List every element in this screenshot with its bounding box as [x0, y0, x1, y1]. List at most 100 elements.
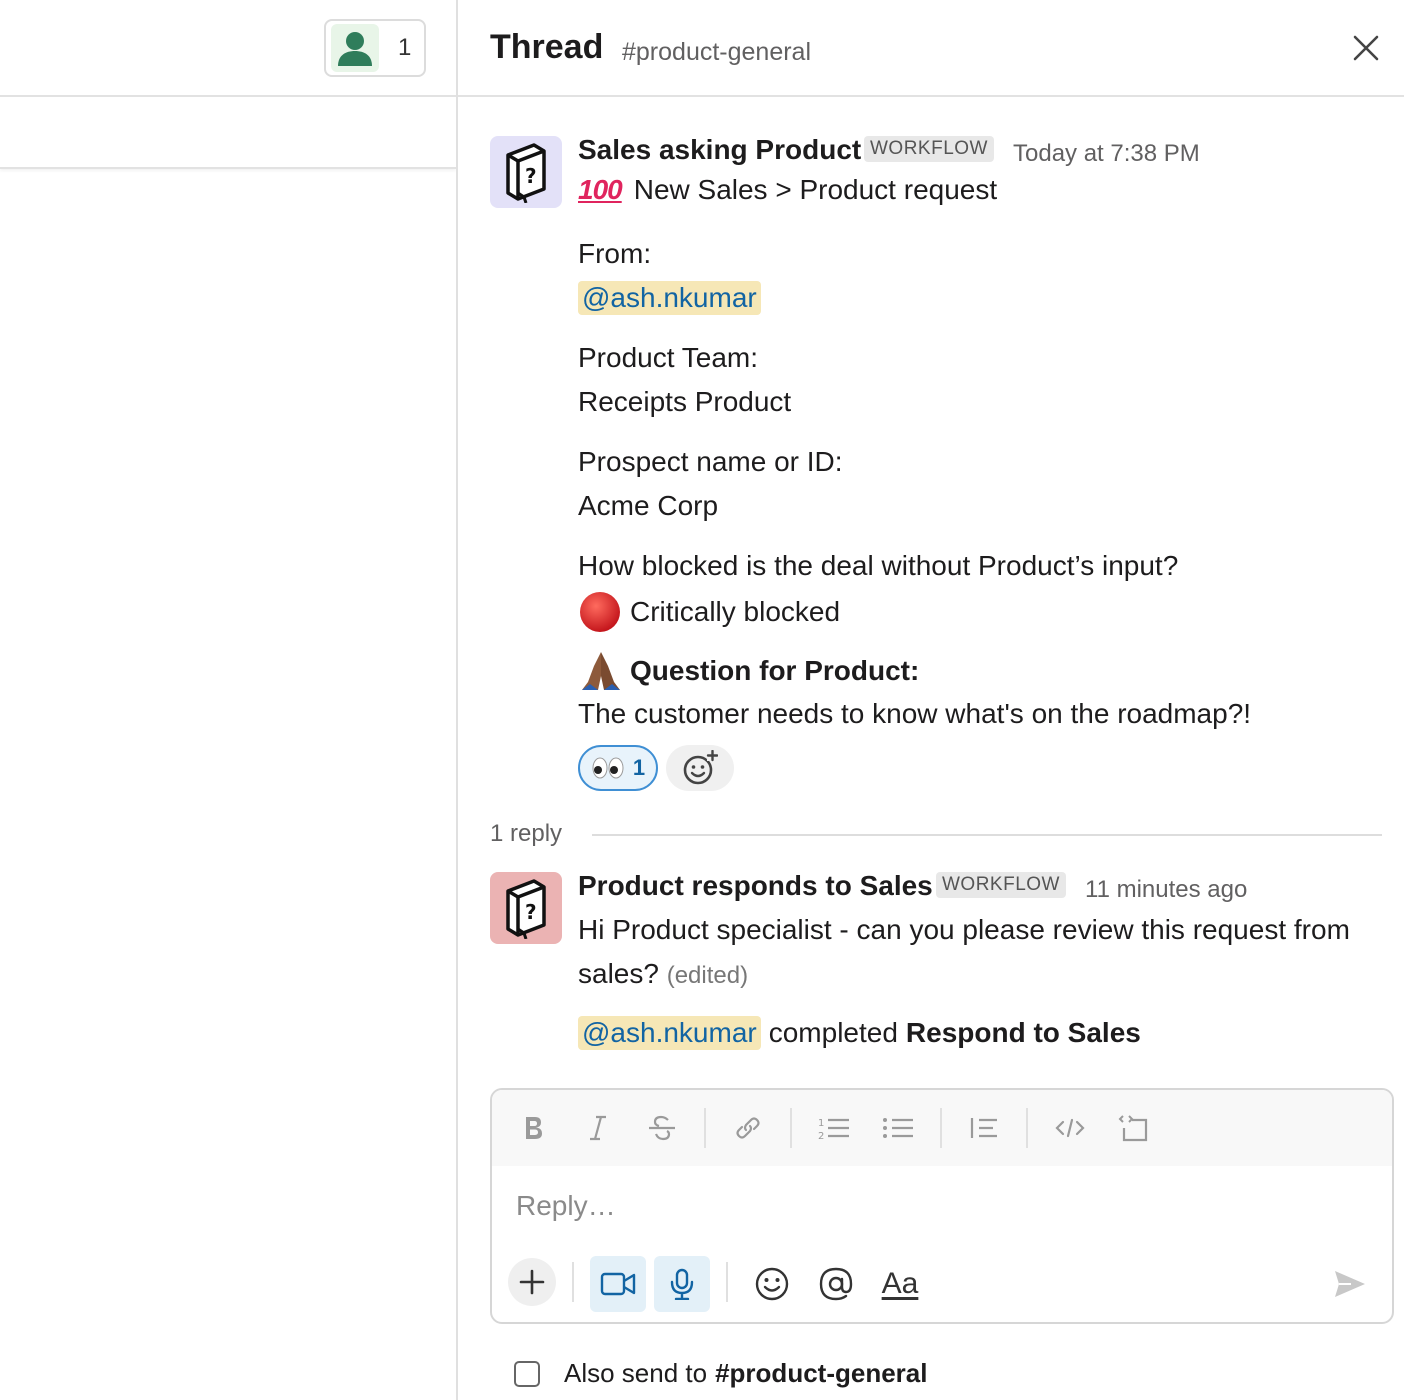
formatting-toggle-button[interactable]: Aa: [872, 1256, 928, 1312]
code-button[interactable]: [1048, 1106, 1092, 1150]
add-emoji-icon: [683, 750, 718, 785]
italic-button[interactable]: [576, 1106, 620, 1150]
replies-divider: [592, 834, 1382, 836]
attach-button[interactable]: [508, 1258, 556, 1306]
video-clip-button[interactable]: [590, 1256, 646, 1312]
bulleted-list-icon: [883, 1118, 913, 1138]
message-author[interactable]: Sales asking Product: [578, 134, 861, 166]
member-count: 1: [398, 34, 412, 61]
workflow-badge: WORKFLOW: [864, 136, 994, 162]
question-row: Question for Product:: [578, 648, 919, 694]
link-icon: [736, 1117, 760, 1139]
workflow-badge: WORKFLOW: [936, 872, 1066, 898]
folded-hands-icon: [582, 652, 620, 690]
toolbar-separator: [1026, 1108, 1028, 1148]
thread-pane: Thread #product-general ? Sales asking P…: [458, 0, 1404, 1400]
hundred-points-icon: 100: [578, 174, 623, 205]
user-mention[interactable]: @ash.nkumar: [578, 281, 761, 315]
send-icon: [1335, 1271, 1365, 1297]
also-send-channel: #product-general: [715, 1358, 928, 1388]
completion-row: @ash.nkumar completed Respond to Sales: [578, 1016, 1141, 1050]
task-name: Respond to Sales: [905, 1017, 1141, 1048]
composer-separator: [572, 1262, 574, 1302]
reply-input[interactable]: [516, 1186, 1366, 1226]
microphone-icon: [670, 1268, 694, 1300]
reply-text-line2-row: sales? (edited): [578, 958, 748, 990]
plus-icon: [519, 1269, 545, 1295]
from-label: From:: [578, 238, 652, 269]
blocked-label: How blocked is the deal without Product’…: [578, 550, 1179, 581]
text-format-icon: Aa: [881, 1267, 919, 1300]
svg-text:1: 1: [818, 1118, 824, 1129]
team-value: Receipts Product: [578, 386, 792, 417]
message-headline: New Sales > Product request: [633, 174, 998, 205]
code-block-button[interactable]: [1112, 1106, 1156, 1150]
prospect-value: Acme Corp: [578, 490, 719, 521]
reply-count-label: 1 reply: [490, 820, 563, 847]
audio-clip-button[interactable]: [654, 1256, 710, 1312]
mention-button[interactable]: [808, 1256, 864, 1312]
code-block-icon: [1118, 1115, 1148, 1142]
bulleted-list-button[interactable]: [876, 1106, 920, 1150]
workflow-book-icon: ?: [506, 879, 546, 939]
toolbar-separator: [704, 1108, 706, 1148]
at-sign-icon: [819, 1267, 853, 1301]
ordered-list-icon: 12: [818, 1118, 849, 1141]
send-button[interactable]: [1322, 1256, 1378, 1312]
link-button[interactable]: [726, 1106, 770, 1150]
toolbar-separator: [790, 1108, 792, 1148]
toolbar-separator: [940, 1108, 942, 1148]
code-icon: [1055, 1118, 1085, 1138]
svg-text:2: 2: [818, 1131, 824, 1141]
svg-text:?: ?: [525, 900, 537, 924]
blocked-row: Critically blocked: [578, 590, 840, 634]
blockquote-button[interactable]: [962, 1106, 1006, 1150]
blocked-value: Critically blocked: [630, 596, 841, 627]
reply-text-line1: Hi Product specialist - can you please r…: [578, 914, 1350, 945]
question-value: The customer needs to know what's on the…: [578, 698, 1252, 729]
member-icon: [331, 24, 379, 72]
left-pane: 1: [0, 0, 456, 1400]
channel-header: 1: [0, 0, 456, 97]
message-headline-row: 100 New Sales > Product request: [578, 174, 997, 206]
thread-header: Thread #product-general: [458, 0, 1404, 97]
emoji-icon: [755, 1267, 789, 1301]
strikethrough-button[interactable]: [640, 1106, 684, 1150]
close-button[interactable]: [1348, 30, 1384, 66]
thread-title: Thread: [490, 28, 604, 66]
ordered-list-button[interactable]: 12: [812, 1106, 856, 1150]
blockquote-icon: [970, 1118, 997, 1138]
thread-channel-link[interactable]: #product-general: [622, 38, 811, 67]
members-button[interactable]: 1: [324, 19, 426, 77]
close-icon: [1353, 35, 1379, 61]
eyes-reaction[interactable]: 1: [578, 745, 658, 791]
add-reaction-button[interactable]: [666, 745, 734, 791]
user-mention[interactable]: @ash.nkumar: [578, 1016, 761, 1050]
message-author[interactable]: Product responds to Sales: [578, 870, 933, 902]
reply-text-line2: sales?: [578, 958, 659, 989]
formatting-toolbar: 12: [492, 1090, 1392, 1166]
bold-icon: [526, 1117, 542, 1139]
svg-text:?: ?: [525, 164, 537, 188]
also-send-checkbox[interactable]: [514, 1360, 540, 1387]
completed-text: completed: [768, 1017, 898, 1048]
italic-icon: [590, 1115, 606, 1141]
reply-composer: 12 Reply… Aa: [490, 1088, 1394, 1324]
bold-button[interactable]: [512, 1106, 556, 1150]
emoji-button[interactable]: [744, 1256, 800, 1312]
channel-subheader: [0, 97, 456, 169]
question-label: Question for Product:: [630, 655, 920, 686]
video-camera-icon: [600, 1272, 636, 1296]
edited-marker: (edited): [666, 962, 749, 989]
reaction-count: 1: [632, 755, 646, 780]
message-timestamp[interactable]: 11 minutes ago: [1085, 876, 1247, 904]
also-send-row: Also send to #product-general: [514, 1358, 927, 1389]
eyes-icon: [592, 757, 624, 779]
red-circle-icon: [580, 592, 620, 632]
workflow-book-icon: ?: [506, 143, 546, 203]
strikethrough-icon: [649, 1115, 675, 1141]
team-label: Product Team:: [578, 342, 759, 373]
message-timestamp[interactable]: Today at 7:38 PM: [1013, 140, 1200, 168]
workflow-avatar[interactable]: ?: [490, 872, 562, 944]
workflow-avatar[interactable]: ?: [490, 136, 562, 208]
